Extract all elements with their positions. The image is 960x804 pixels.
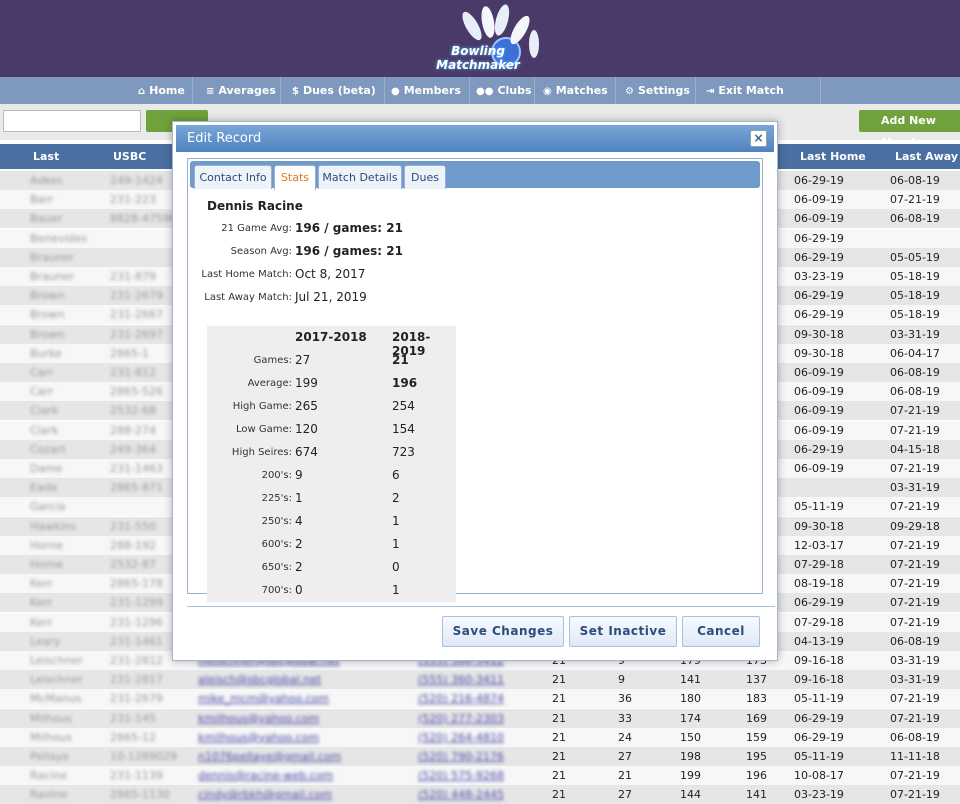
season-avg-value: 196 / games: 21	[295, 244, 403, 258]
dialog-titlebar[interactable]: Edit Record ×	[176, 125, 774, 152]
tab-match-details[interactable]: Match Details	[318, 165, 402, 189]
last-away-value: Jul 21, 2019	[295, 290, 367, 304]
dialog-title: Edit Record	[187, 131, 262, 146]
set-inactive-button[interactable]: Set Inactive	[569, 616, 677, 647]
last-home-value: Oct 8, 2017	[295, 267, 366, 281]
stat-label: 600's:	[261, 539, 292, 550]
stat-value-2017-2018: 1	[295, 491, 303, 505]
tab-bar: Contact Info Stats Match Details Dues	[190, 161, 760, 190]
tab-contact-info[interactable]: Contact Info	[194, 165, 272, 189]
stat-value-2018-2019: 254	[392, 399, 415, 413]
stat-value-2018-2019: 196	[392, 376, 418, 390]
close-icon[interactable]: ×	[750, 130, 767, 147]
edit-record-dialog: Edit Record × Contact Info Stats Match D…	[172, 121, 778, 661]
stat-value-2017-2018: 265	[295, 399, 318, 413]
stat-value-2018-2019: 2	[392, 491, 400, 505]
stat-value-2017-2018: 0	[295, 583, 303, 597]
season-header-1: 2017-2018	[295, 330, 367, 344]
stat-value-2017-2018: 4	[295, 514, 303, 528]
stat-label: 225's:	[261, 493, 292, 504]
stat-label: 200's:	[261, 470, 292, 481]
stats-content: Dennis Racine 21 Game Avg: 196 / games: …	[188, 189, 762, 602]
stat-label: Low Game:	[235, 424, 292, 435]
save-changes-button[interactable]: Save Changes	[442, 616, 564, 647]
stat-value-2017-2018: 27	[295, 353, 311, 367]
game21-label: 21 Game Avg:	[221, 223, 292, 234]
stat-value-2018-2019: 723	[392, 445, 415, 459]
dialog-divider	[187, 606, 775, 607]
stat-label: Average:	[247, 378, 292, 389]
cancel-button[interactable]: Cancel	[682, 616, 760, 647]
stat-value-2018-2019: 1	[392, 537, 400, 551]
stat-value-2018-2019: 154	[392, 422, 415, 436]
stat-value-2017-2018: 199	[295, 376, 318, 390]
tab-dues[interactable]: Dues	[404, 165, 446, 189]
stat-value-2017-2018: 9	[295, 468, 303, 482]
season-avg-label: Season Avg:	[230, 246, 292, 257]
stat-value-2017-2018: 2	[295, 560, 303, 574]
stat-value-2017-2018: 120	[295, 422, 318, 436]
stat-label: 250's:	[261, 516, 292, 527]
stat-value-2018-2019: 0	[392, 560, 400, 574]
game21-value: 196 / games: 21	[295, 221, 403, 235]
stat-value-2018-2019: 1	[392, 514, 400, 528]
tab-stats[interactable]: Stats	[274, 165, 316, 190]
stat-value-2018-2019: 6	[392, 468, 400, 482]
stat-label: 650's:	[261, 562, 292, 573]
stat-label: High Game:	[232, 401, 292, 412]
stat-value-2018-2019: 21	[392, 353, 409, 367]
stat-value-2017-2018: 2	[295, 537, 303, 551]
stat-label: High Seires:	[231, 447, 292, 458]
tab-panel: Contact Info Stats Match Details Dues De…	[187, 158, 763, 602]
member-name: Dennis Racine	[207, 199, 303, 213]
stat-value-2017-2018: 674	[295, 445, 318, 459]
last-home-label: Last Home Match:	[201, 269, 292, 280]
stat-label: 700's:	[261, 585, 292, 596]
season-stats-table: 2017-2018 2018-2019 Games: 27 21 Average: 19…	[207, 326, 456, 602]
stat-value-2018-2019: 1	[392, 583, 400, 597]
stat-label: Games:	[253, 355, 292, 366]
last-away-label: Last Away Match:	[204, 292, 292, 303]
